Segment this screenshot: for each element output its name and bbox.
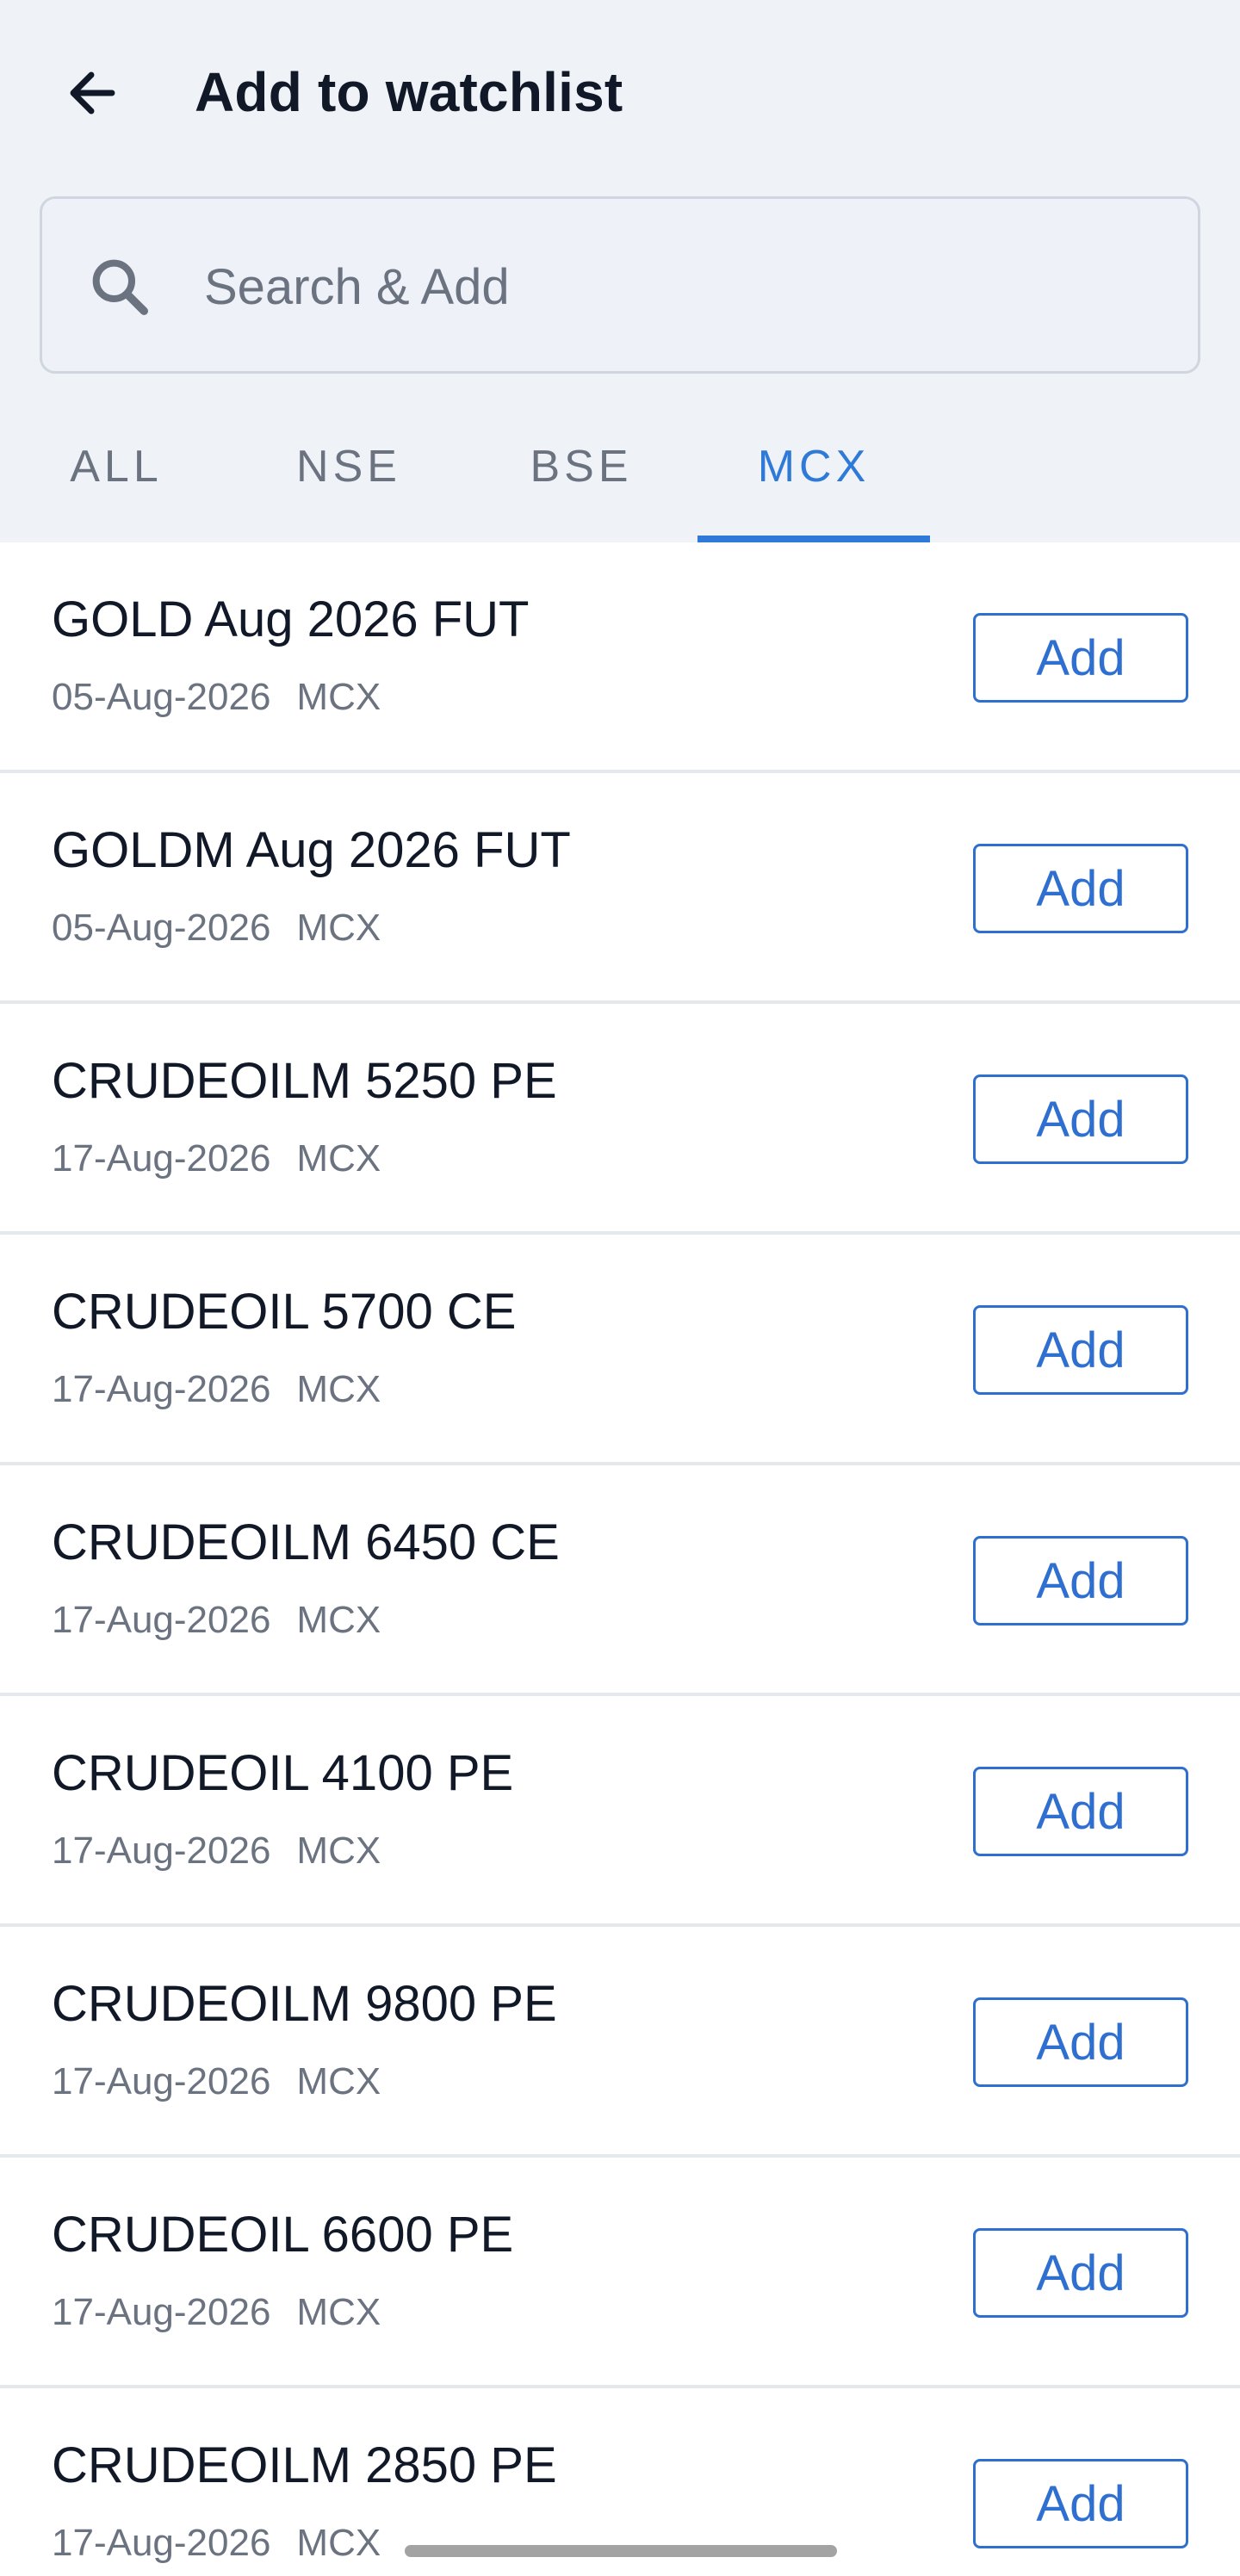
list-item[interactable]: CRUDEOILM 9800 PE 17-Aug-2026 MCX Add xyxy=(0,1927,1240,2158)
tab-bse[interactable]: BSE xyxy=(465,422,698,542)
exchange-tabs: ALL NSE BSE MCX xyxy=(0,422,1240,542)
instrument-name: GOLD Aug 2026 FUT xyxy=(52,591,530,647)
instrument-name: CRUDEOILM 2850 PE xyxy=(52,2437,557,2493)
top-bar: Add to watchlist xyxy=(0,0,1240,181)
expiry-date: 17-Aug-2026 xyxy=(52,1830,271,1872)
instrument-name: CRUDEOILM 6450 CE xyxy=(52,1514,560,1570)
list-item[interactable]: CRUDEOIL 6600 PE 17-Aug-2026 MCX Add xyxy=(0,2158,1240,2388)
list-item[interactable]: CRUDEOIL 5700 CE 17-Aug-2026 MCX Add xyxy=(0,1235,1240,1465)
exchange-label: MCX xyxy=(296,676,381,718)
search-box[interactable] xyxy=(40,196,1200,374)
arrow-left-icon xyxy=(70,71,115,115)
instrument-name: CRUDEOILM 5250 PE xyxy=(52,1053,557,1109)
add-button[interactable]: Add xyxy=(973,1305,1188,1395)
add-button[interactable]: Add xyxy=(973,2228,1188,2318)
instrument-meta: 17-Aug-2026 MCX xyxy=(52,2522,381,2565)
exchange-label: MCX xyxy=(296,907,381,949)
exchange-label: MCX xyxy=(296,1368,381,1410)
exchange-label: MCX xyxy=(296,1137,381,1180)
instrument-meta: 05-Aug-2026 MCX xyxy=(52,676,381,719)
instrument-meta: 17-Aug-2026 MCX xyxy=(52,1599,381,1642)
add-button[interactable]: Add xyxy=(973,2459,1188,2548)
page-title: Add to watchlist xyxy=(195,61,623,123)
exchange-label: MCX xyxy=(296,1599,381,1641)
tab-mcx[interactable]: MCX xyxy=(698,422,930,542)
instrument-meta: 17-Aug-2026 MCX xyxy=(52,1137,381,1180)
instrument-meta: 17-Aug-2026 MCX xyxy=(52,1830,381,1873)
instrument-meta: 17-Aug-2026 MCX xyxy=(52,2291,381,2334)
expiry-date: 17-Aug-2026 xyxy=(52,2291,271,2333)
add-button[interactable]: Add xyxy=(973,844,1188,933)
expiry-date: 17-Aug-2026 xyxy=(52,1368,271,1410)
exchange-label: MCX xyxy=(296,2522,381,2564)
tab-all[interactable]: ALL xyxy=(0,422,232,542)
tab-all-label: ALL xyxy=(70,442,163,492)
exchange-label: MCX xyxy=(296,2060,381,2102)
instrument-name: CRUDEOIL 5700 CE xyxy=(52,1284,517,1340)
add-button[interactable]: Add xyxy=(973,1767,1188,1856)
expiry-date: 05-Aug-2026 xyxy=(52,676,271,718)
tab-nse[interactable]: NSE xyxy=(232,422,465,542)
instrument-meta: 17-Aug-2026 MCX xyxy=(52,2060,381,2103)
add-button[interactable]: Add xyxy=(973,613,1188,703)
search-icon xyxy=(92,259,148,316)
tab-mcx-label: MCX xyxy=(757,442,871,492)
expiry-date: 17-Aug-2026 xyxy=(52,1137,271,1180)
instrument-list: GOLD Aug 2026 FUT 05-Aug-2026 MCX Add GOL… xyxy=(0,542,1240,2576)
instrument-name: CRUDEOIL 4100 PE xyxy=(52,1745,514,1801)
tab-nse-label: NSE xyxy=(296,442,401,492)
home-indicator xyxy=(405,2545,837,2557)
watchlist-screen: Add to watchlist ALL NSE BSE MCX GOLD Au… xyxy=(0,0,1240,2576)
header-area: Add to watchlist ALL NSE BSE MCX xyxy=(0,0,1240,542)
instrument-meta: 05-Aug-2026 MCX xyxy=(52,907,381,950)
expiry-date: 05-Aug-2026 xyxy=(52,907,271,949)
exchange-label: MCX xyxy=(296,2291,381,2333)
add-button[interactable]: Add xyxy=(973,1997,1188,2087)
exchange-label: MCX xyxy=(296,1830,381,1872)
list-item[interactable]: CRUDEOILM 6450 CE 17-Aug-2026 MCX Add xyxy=(0,1465,1240,1696)
instrument-name: CRUDEOIL 6600 PE xyxy=(52,2207,514,2263)
instrument-name: CRUDEOILM 9800 PE xyxy=(52,1976,557,2032)
instrument-name: GOLDM Aug 2026 FUT xyxy=(52,822,571,878)
tab-bse-label: BSE xyxy=(530,442,633,492)
add-button[interactable]: Add xyxy=(973,1536,1188,1625)
expiry-date: 17-Aug-2026 xyxy=(52,1599,271,1641)
list-item[interactable]: GOLD Aug 2026 FUT 05-Aug-2026 MCX Add xyxy=(0,542,1240,773)
back-button[interactable] xyxy=(48,50,134,136)
active-tab-indicator xyxy=(698,536,930,542)
expiry-date: 17-Aug-2026 xyxy=(52,2522,271,2564)
expiry-date: 17-Aug-2026 xyxy=(52,2060,271,2102)
list-item[interactable]: CRUDEOILM 5250 PE 17-Aug-2026 MCX Add xyxy=(0,1004,1240,1235)
search-input[interactable] xyxy=(204,242,1151,331)
add-button[interactable]: Add xyxy=(973,1074,1188,1164)
list-item[interactable]: GOLDM Aug 2026 FUT 05-Aug-2026 MCX Add xyxy=(0,773,1240,1004)
list-item[interactable]: CRUDEOIL 4100 PE 17-Aug-2026 MCX Add xyxy=(0,1696,1240,1927)
instrument-meta: 17-Aug-2026 MCX xyxy=(52,1368,381,1411)
